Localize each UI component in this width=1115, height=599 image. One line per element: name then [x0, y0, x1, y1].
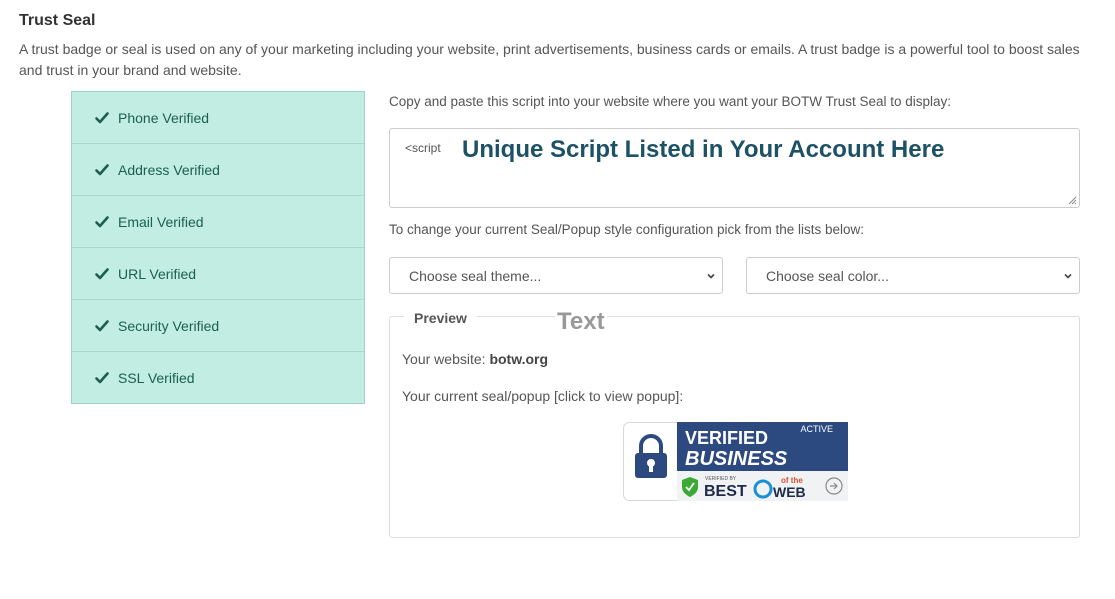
verification-label: Email Verified: [118, 213, 204, 230]
seal-label: Your current seal/popup [click to view p…: [402, 388, 684, 404]
preview-panel: Preview Text Your website: botw.org Your…: [389, 308, 1080, 538]
check-icon: [95, 372, 109, 384]
check-icon: [95, 215, 109, 227]
verified-business-seal[interactable]: ACTIVE VERIFIED BUSINESS VERIFIED BY BES…: [623, 422, 848, 501]
verification-item-url: URL Verified: [72, 248, 364, 300]
check-icon: [95, 163, 109, 175]
check-icon: [95, 319, 109, 331]
chevron-down-icon: [1064, 273, 1072, 279]
verification-label: Phone Verified: [118, 109, 210, 126]
script-prefix: <script: [405, 141, 441, 155]
chevron-down-icon: [707, 273, 715, 279]
verification-label: Security Verified: [118, 317, 220, 334]
config-instruction: To change your current Seal/Popup style …: [389, 222, 864, 237]
trust-seal-description: A trust badge or seal is used on any of …: [19, 41, 1080, 78]
seal-color-select[interactable]: Choose seal color...: [746, 257, 1080, 294]
resize-handle-icon[interactable]: [1067, 195, 1077, 205]
verification-label: URL Verified: [118, 265, 197, 282]
script-instruction: Copy and paste this script into your web…: [389, 94, 952, 109]
verification-label: SSL Verified: [118, 370, 195, 386]
seal-color-placeholder: Choose seal color...: [766, 267, 889, 284]
website-value: botw.org: [489, 351, 549, 367]
verification-item-address: Address Verified: [72, 144, 364, 196]
check-icon: [95, 267, 109, 279]
preview-legend: Preview: [404, 310, 477, 326]
seal-line2-text: BUSINESS: [685, 448, 788, 470]
seal-line1-text: VERIFIED: [685, 428, 768, 448]
verification-item-security: Security Verified: [72, 300, 364, 352]
website-label: Your website:: [402, 351, 486, 367]
seal-theme-select[interactable]: Choose seal theme...: [389, 257, 723, 294]
seal-brand-web-text: WEB: [773, 484, 806, 500]
seal-verified-by-text: VERIFIED BY: [705, 476, 737, 482]
trust-seal-title: Trust Seal: [19, 12, 96, 29]
seal-status-text: ACTIVE: [800, 424, 833, 434]
verification-item-phone: Phone Verified: [72, 92, 364, 144]
verification-item-ssl: SSL Verified: [72, 352, 364, 404]
verification-label: Address Verified: [118, 161, 220, 178]
script-textarea[interactable]: <script Unique Script Listed in Your Acc…: [389, 128, 1080, 208]
script-placeholder-note: Unique Script Listed in Your Account Her…: [462, 136, 945, 163]
seal-theme-placeholder: Choose seal theme...: [409, 267, 542, 284]
overlay-text: Text: [555, 308, 607, 336]
verification-item-email: Email Verified: [72, 196, 364, 248]
seal-brand-best-text: BEST: [704, 483, 747, 500]
check-icon: [95, 111, 109, 123]
verification-list: Phone Verified Address Verified Email Ve…: [71, 91, 365, 404]
website-line: Your website: botw.org: [402, 351, 548, 367]
